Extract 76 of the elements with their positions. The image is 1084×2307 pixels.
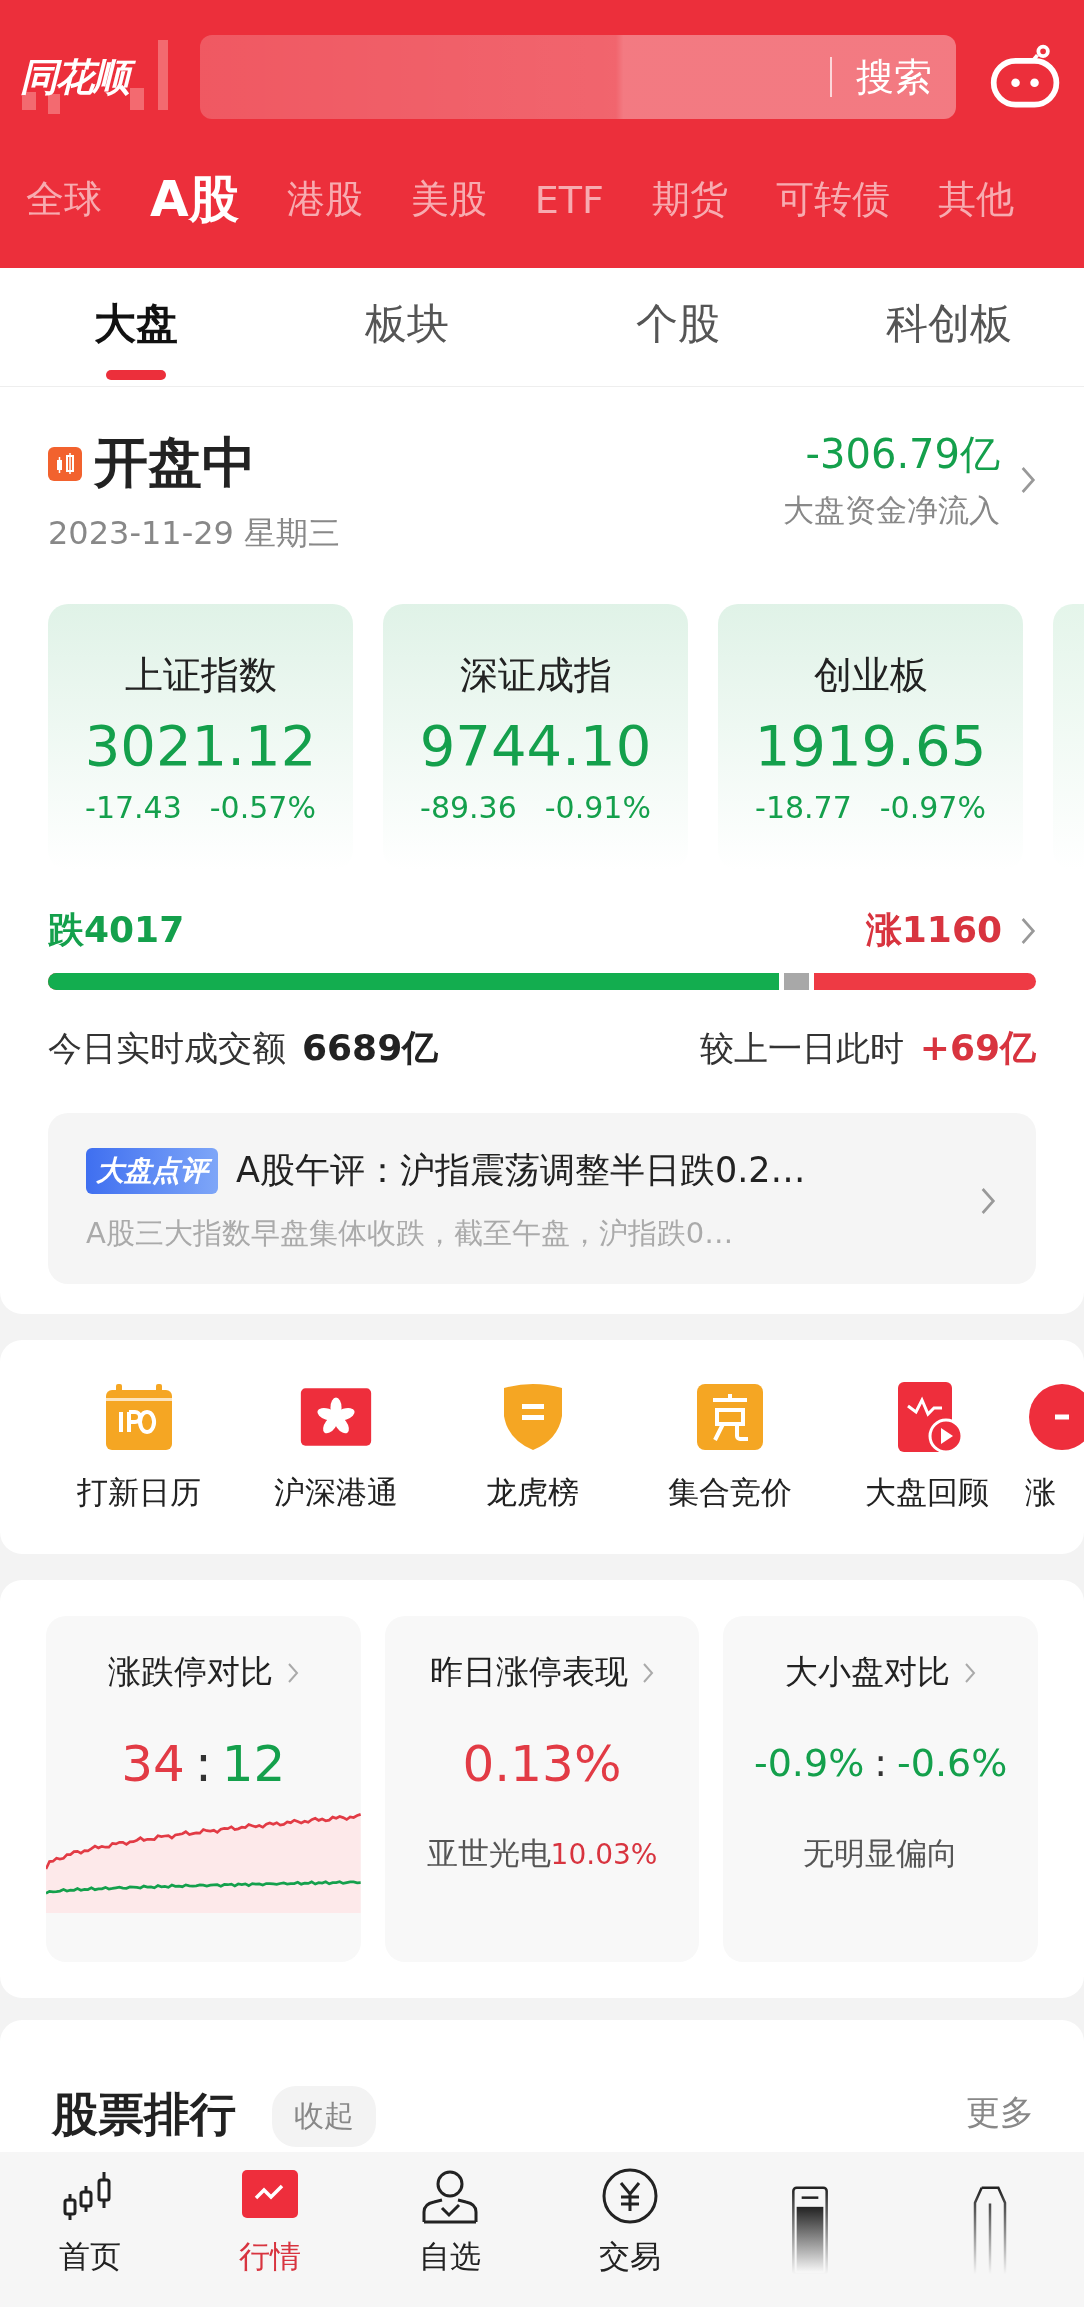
index-value: 1919.65: [754, 712, 987, 778]
index-value: 9744.10: [419, 712, 652, 778]
shortcut-item[interactable]: 龙虎榜: [434, 1380, 631, 1514]
advancers-count: 涨1160: [865, 908, 1002, 952]
stat-note: 无明显偏向: [803, 1834, 959, 1873]
index-percent: -0.91%: [544, 789, 651, 825]
shortcut-item[interactable]: 集合竞价: [631, 1380, 828, 1514]
date-text: 2023-11-29 星期三: [48, 513, 341, 554]
stat-card[interactable]: 大小盘对比 -0.9% : -0.6% 无明显偏向: [723, 1616, 1038, 1962]
shortcut-item[interactable]: 大盘回顾: [828, 1380, 1025, 1514]
decliners-count: 跌4017: [48, 908, 185, 952]
section-title: 股票排行: [52, 2086, 236, 2143]
nav-item[interactable]: 首页: [0, 2166, 180, 2278]
shortcut-item[interactable]: 打新日历: [40, 1380, 237, 1514]
unchanged-segment: [779, 973, 815, 990]
stat-title: 昨日涨停表现: [430, 1651, 628, 1693]
candlestick-icon: [48, 446, 82, 481]
shortcut-label: 涨: [1025, 1473, 1056, 1512]
app-logo: 同花顺: [20, 32, 180, 122]
index-name: 创业板: [813, 651, 928, 699]
commentary-panel[interactable]: 大盘点评 A股午评：沪指震荡调整半日跌0.2… A股三大指数早盘集体收跌，截至午盘，沪指跌0…: [48, 1113, 1036, 1284]
chevron-icon: [980, 1185, 996, 1216]
more-link[interactable]: 更多: [966, 2090, 1034, 2136]
tab-underline: [105, 370, 166, 380]
turnover-value: 6689亿: [302, 1026, 439, 1070]
sub-tab[interactable]: 科创板: [885, 296, 1012, 352]
index-change: -17.43: [85, 789, 182, 825]
index-percent: -0.57%: [209, 789, 316, 825]
stat-value: 0.13%: [462, 1735, 622, 1793]
yuan-coin-icon: [600, 2166, 660, 2226]
net-flow-value: -306.79亿: [805, 430, 1000, 479]
nav-item[interactable]: 自选: [360, 2166, 540, 2278]
commentary-tag: 大盘点评: [86, 1147, 218, 1194]
compare-value: +69亿: [919, 1026, 1036, 1070]
shortcut-label: 沪深港通: [273, 1473, 398, 1512]
sub-tab[interactable]: 大盘: [93, 296, 178, 352]
market-status: 开盘中: [94, 430, 256, 496]
index-change: -89.36: [420, 789, 517, 825]
stat-value: -0.9%: [754, 1741, 865, 1785]
index-change: -18.77: [755, 789, 852, 825]
index-percent: -0.97%: [879, 789, 986, 825]
index-value: 3021.12: [84, 712, 317, 778]
chevron-icon: [642, 1661, 654, 1684]
chevron-icon: [964, 1661, 977, 1684]
stat-card[interactable]: 涨跌停对比 34 : 12: [46, 1616, 361, 1962]
stock-name: 亚世光电: [426, 1834, 551, 1873]
chevron-icon[interactable]: [1020, 915, 1036, 946]
shortcut-label: 打新日历: [76, 1473, 201, 1512]
index-name: 上证指数: [124, 651, 277, 699]
ratio-separator: :: [874, 1741, 888, 1785]
stat-card[interactable]: 昨日涨停表现 0.13% 亚世光电10.03%: [384, 1616, 700, 1962]
index-name: 深证成指: [459, 651, 612, 699]
stat-title: 大小盘对比: [785, 1651, 951, 1693]
sub-tab[interactable]: 板块: [364, 296, 449, 352]
shortcut-label: 龙虎榜: [486, 1473, 579, 1512]
chevron-icon: [286, 1661, 299, 1684]
nav-item[interactable]: 交易: [540, 2166, 720, 2278]
stat-value: 12: [221, 1735, 286, 1793]
turnover-label: 今日实时成交额: [48, 1027, 286, 1070]
compare-label: 较上一日此时: [699, 1027, 904, 1070]
stock-change: 10.03%: [550, 1838, 658, 1871]
ratio-separator: :: [194, 1735, 212, 1793]
shortcut-label: 大盘回顾: [864, 1473, 989, 1512]
sub-tab[interactable]: 个股: [635, 296, 720, 352]
shortcut-label: 集合竞价: [667, 1473, 792, 1512]
net-flow-label: 大盘资金净流入: [783, 491, 1000, 530]
shortcut-item[interactable]: 沪深港通: [237, 1380, 434, 1514]
stat-value: -0.6%: [897, 1741, 1008, 1785]
stat-title: 涨跌停对比: [107, 1651, 273, 1693]
market-tab[interactable]: A股: [150, 166, 239, 233]
headline: A股午评：沪指震荡调整半日跌0.2…: [236, 1149, 806, 1192]
summary-text: A股三大指数早盘集体收跌，截至午盘，沪指跌0…: [86, 1215, 735, 1252]
nav-item[interactable]: 行情: [180, 2166, 360, 2278]
shortcut-item[interactable]: 涨: [1025, 1380, 1084, 1514]
chevron-icon[interactable]: [1020, 464, 1036, 495]
stat-value: 34: [121, 1735, 185, 1793]
